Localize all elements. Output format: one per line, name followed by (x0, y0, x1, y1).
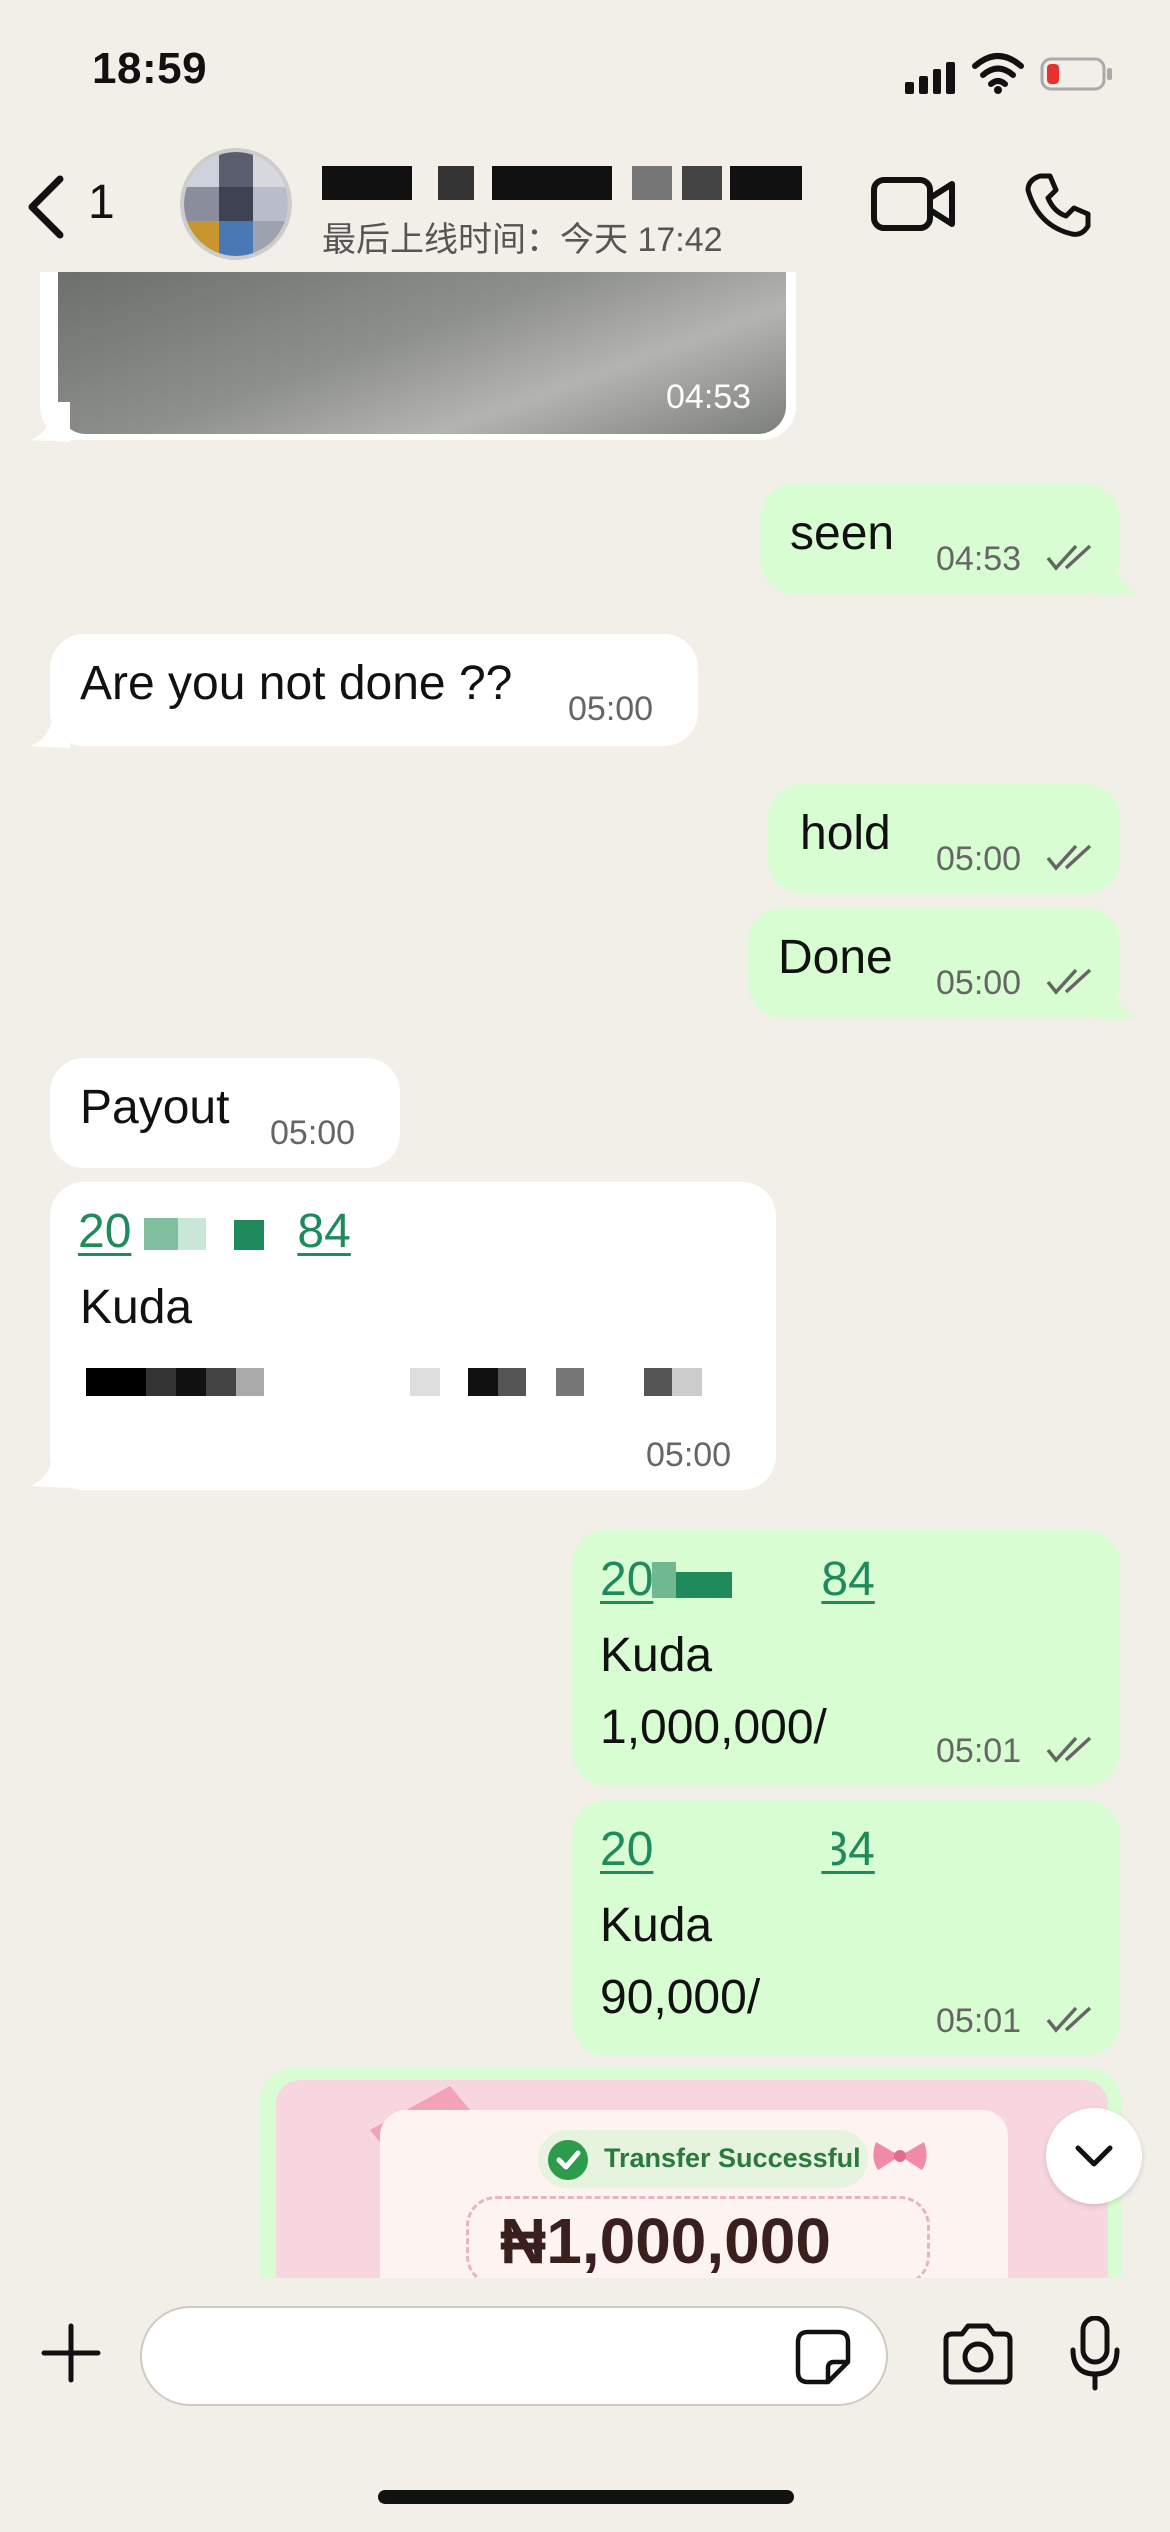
home-indicator (378, 2490, 794, 2504)
message-time: 05:00 (936, 964, 1022, 1002)
bubble-tail (30, 708, 70, 748)
message-time: 05:01 (936, 2002, 1022, 2040)
redacted-account-name (146, 1368, 176, 1396)
redacted-account-name (468, 1368, 498, 1396)
redacted-account-name (86, 1368, 146, 1396)
amount-text: 90,000/ (600, 1971, 761, 2024)
redacted-account-name (236, 1368, 264, 1396)
unread-count[interactable]: 1 (88, 175, 115, 230)
redacted-digits (144, 1218, 178, 1250)
redacted-digits (178, 1218, 206, 1250)
redacted-digits (652, 1562, 676, 1598)
battery-icon (1040, 57, 1112, 91)
double-check-icon (1046, 544, 1092, 571)
redacted-digits (676, 1572, 732, 1598)
redacted-digits (652, 1830, 832, 1870)
sticker-icon[interactable] (794, 2328, 852, 2386)
last-seen-status: 最后上线时间：今天 17:42 (322, 221, 723, 259)
amount-text: 1,000,000/ (600, 1701, 827, 1754)
message-time: 04:53 (666, 378, 752, 416)
message-text: Are you not done ?? (80, 657, 513, 710)
redacted-account-name (206, 1368, 236, 1396)
message-text: Payout (80, 1081, 230, 1134)
message-time: 05:00 (936, 840, 1022, 878)
redacted-account-name (498, 1368, 526, 1396)
redacted-account-name (672, 1368, 702, 1396)
double-check-icon (1046, 1736, 1092, 1763)
redacted-account-name (410, 1368, 440, 1396)
message-text: hold (800, 807, 891, 860)
double-check-icon (1046, 968, 1092, 995)
message-input[interactable] (140, 2306, 888, 2406)
contact-name-redacted[interactable] (322, 158, 802, 210)
account-number-link[interactable]: 20 84 (600, 1552, 898, 1607)
check-circle-icon (548, 2140, 588, 2180)
bubble-tail (30, 1448, 70, 1488)
transfer-amount: ₦1,000,000 (500, 2205, 831, 2277)
bank-name: Kuda (600, 1899, 713, 1952)
bubble-tail (1098, 556, 1138, 596)
camera-icon[interactable] (940, 2322, 1016, 2386)
scroll-to-bottom-button[interactable] (1046, 2108, 1142, 2204)
double-check-icon (1046, 844, 1092, 871)
bank-name: Kuda (600, 1629, 713, 1682)
contact-avatar[interactable] (180, 148, 292, 260)
redacted-account-name (644, 1368, 672, 1396)
message-time: 05:00 (646, 1436, 732, 1474)
redacted-account-name (556, 1368, 584, 1396)
cellular-signal-icon (905, 58, 955, 94)
message-time: 05:00 (568, 690, 654, 728)
account-number-link[interactable]: 20 84 (78, 1204, 376, 1259)
message-text: seen (790, 507, 895, 560)
status-time: 18:59 (92, 44, 208, 93)
chevron-down-icon (1075, 2145, 1113, 2167)
message-text: Done (778, 931, 893, 984)
message-time: 05:00 (270, 1114, 356, 1152)
bank-name: Kuda (80, 1281, 193, 1334)
transfer-status-text: Transfer Successful (604, 2143, 861, 2173)
bubble-tail (30, 402, 70, 442)
redacted-account-name (176, 1368, 206, 1396)
back-icon[interactable] (20, 173, 70, 241)
plus-icon[interactable] (40, 2322, 102, 2384)
voice-call-icon[interactable] (1022, 170, 1092, 240)
redacted-digits (234, 1220, 264, 1250)
message-time: 05:01 (936, 1732, 1022, 1770)
video-call-icon[interactable] (870, 170, 956, 238)
microphone-icon[interactable] (1068, 2316, 1122, 2392)
message-time: 04:53 (936, 540, 1022, 578)
bow-decoration (873, 2142, 927, 2170)
double-check-icon (1046, 2006, 1092, 2033)
wifi-icon (972, 53, 1024, 94)
bubble-tail (1098, 980, 1138, 1020)
